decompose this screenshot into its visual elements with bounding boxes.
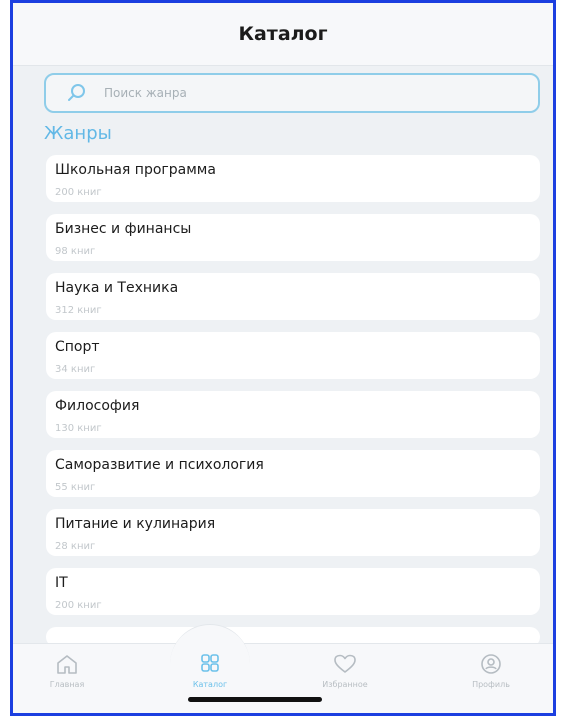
genre-card[interactable]: Наука и Техника 312 книг: [46, 273, 540, 320]
catalog-grid-icon: [201, 654, 219, 672]
genre-name: Бизнес и финансы: [55, 221, 192, 237]
genre-card[interactable]: Питание и кулинария 28 книг: [46, 509, 540, 556]
genre-card[interactable]: Бизнес и финансы 98 книг: [46, 214, 540, 261]
page-title: Каталог: [238, 23, 328, 45]
genre-card[interactable]: Школьная программа 200 книг: [46, 155, 540, 202]
genre-name: Питание и кулинария: [55, 516, 216, 532]
home-indicator: [188, 697, 322, 702]
genre-count: 200 книг: [55, 600, 102, 611]
genre-name: Философия: [55, 398, 140, 414]
genre-card[interactable]: Саморазвитие и психология 55 книг: [46, 450, 540, 497]
tab-favorites[interactable]: Избранное: [305, 652, 385, 692]
tab-catalog[interactable]: Каталог: [170, 652, 250, 692]
genre-name: IT: [55, 575, 68, 591]
search-icon: [68, 84, 85, 101]
genre-count: 28 книг: [55, 541, 96, 552]
tab-home[interactable]: Главная: [27, 652, 107, 692]
tab-bar: Главная Каталог Избранное Профиль: [13, 624, 553, 713]
genre-card[interactable]: IT 200 книг: [46, 568, 540, 615]
home-icon: [57, 655, 77, 674]
tab-label: Каталог: [192, 680, 228, 689]
genre-name: Школьная программа: [55, 162, 216, 178]
section-title: Жанры: [44, 123, 112, 144]
genre-count: 130 книг: [55, 423, 102, 434]
genre-name: Спорт: [55, 339, 100, 355]
genre-name: Наука и Техника: [55, 280, 179, 296]
tab-profile[interactable]: Профиль: [451, 652, 531, 692]
tab-label: Профиль: [472, 680, 510, 689]
genre-count: 200 книг: [55, 187, 102, 198]
genre-count: 98 книг: [55, 246, 96, 257]
genre-card[interactable]: Философия 130 книг: [46, 391, 540, 438]
profile-icon: [481, 654, 501, 674]
genre-count: 312 книг: [55, 305, 102, 316]
tab-label: Главная: [49, 680, 85, 689]
heart-icon: [334, 654, 356, 673]
genre-count: 55 книг: [55, 482, 96, 493]
tab-label: Избранное: [322, 680, 368, 689]
genre-name: Саморазвитие и психология: [55, 457, 264, 473]
genre-count: 34 книг: [55, 364, 96, 375]
genre-list: Школьная программа 200 книг Бизнес и фин…: [46, 155, 540, 659]
top-bar: Каталог: [13, 3, 553, 66]
search-input[interactable]: [102, 85, 486, 101]
genre-card[interactable]: Спорт 34 книг: [46, 332, 540, 379]
search-field[interactable]: [44, 73, 540, 113]
app-frame: Каталог Жанры Школьная программа 200 кни…: [10, 0, 556, 716]
